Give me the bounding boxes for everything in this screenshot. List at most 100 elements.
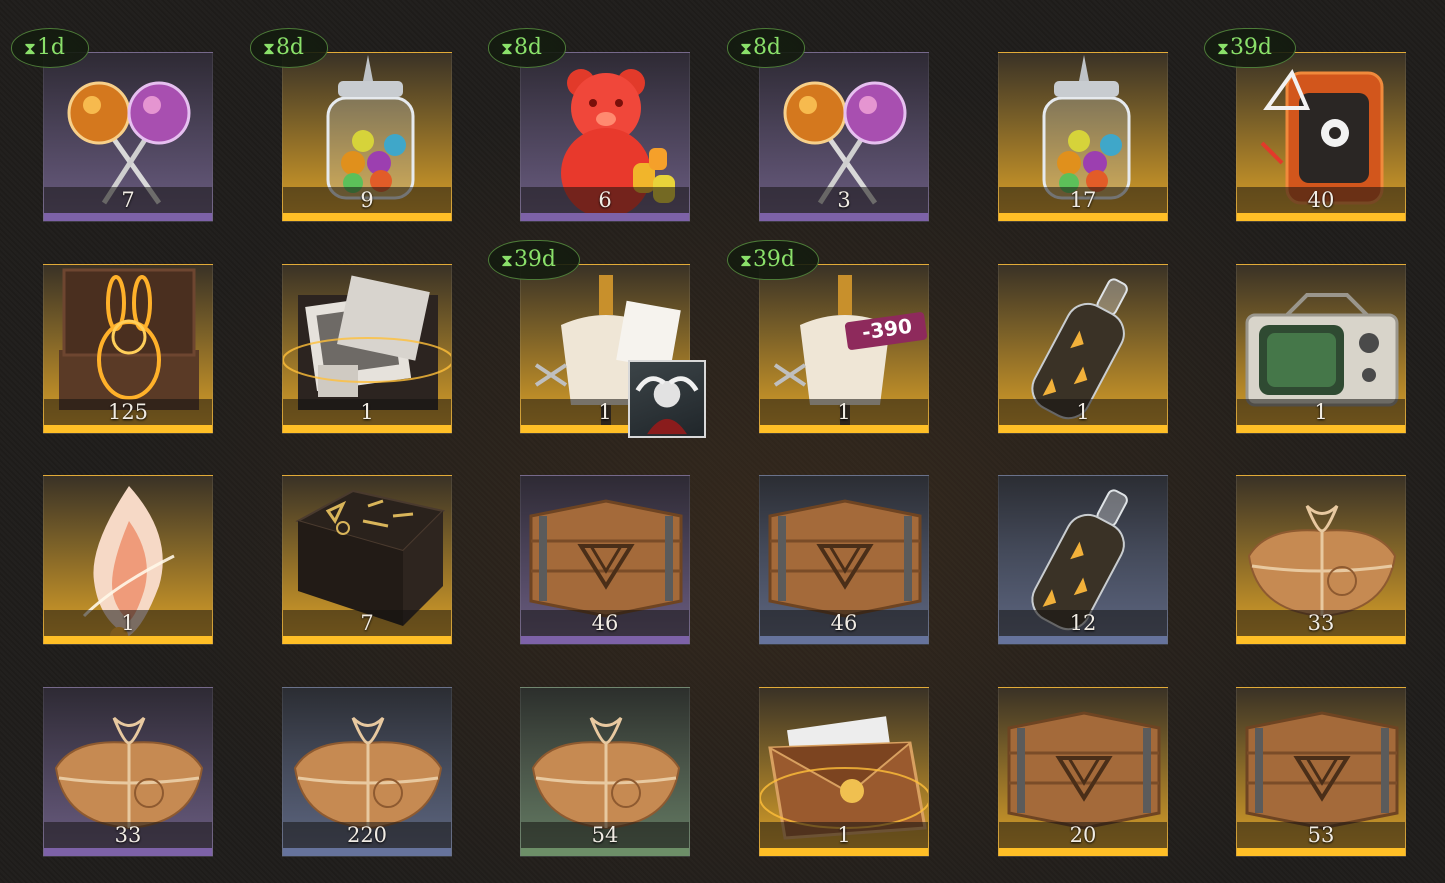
inventory-slot[interactable]: 1 [1236, 264, 1406, 434]
rarity-stripe [283, 636, 451, 644]
item-tile[interactable]: 7 [43, 52, 213, 222]
inventory-slot[interactable]: 20 [998, 687, 1168, 857]
rarity-stripe [44, 213, 212, 221]
inventory-slot[interactable]: 6 ⧗8d [488, 28, 690, 222]
item-tile[interactable]: 33 [1236, 475, 1406, 645]
item-tile[interactable]: 3 [759, 52, 929, 222]
rarity-stripe [283, 425, 451, 433]
inventory-slot[interactable]: 12 [998, 475, 1168, 645]
hourglass-icon: ⧗ [501, 251, 513, 271]
item-count: 1 [121, 611, 135, 635]
rarity-stripe [999, 848, 1167, 856]
inventory-slot[interactable]: 40 ⧗39d [1204, 28, 1406, 222]
inventory-slot[interactable]: 1 [759, 687, 929, 857]
expiry-timer: ⧗39d [1204, 28, 1296, 68]
item-tile[interactable]: 1 [759, 264, 929, 434]
hourglass-icon: ⧗ [740, 39, 752, 59]
item-count: 1 [360, 400, 374, 424]
expiry-timer: ⧗8d [727, 28, 805, 68]
item-tile[interactable]: 40 [1236, 52, 1406, 222]
item-count: 17 [1069, 188, 1097, 212]
outfit-thumbnail [628, 360, 706, 438]
item-count: 46 [830, 611, 858, 635]
inventory-slot[interactable]: 1 [998, 264, 1168, 434]
item-count: 40 [1307, 188, 1335, 212]
expiry-timer: ⧗39d [727, 240, 819, 280]
item-count: 54 [591, 823, 619, 847]
inventory-grid: 7 ⧗1d 9 ⧗8d 6 ⧗8d 3 ⧗8d 17 40 ⧗39d 125 1… [0, 0, 1445, 883]
item-tile[interactable]: 125 [43, 264, 213, 434]
item-tile[interactable]: 46 [520, 475, 690, 645]
rarity-stripe [760, 425, 928, 433]
item-tile[interactable]: 9 [282, 52, 452, 222]
item-tile[interactable]: 54 [520, 687, 690, 857]
item-tile[interactable]: 12 [998, 475, 1168, 645]
item-tile[interactable]: 46 [759, 475, 929, 645]
rarity-stripe [44, 425, 212, 433]
inventory-slot[interactable]: 1 ⧗39d [488, 240, 706, 438]
expiry-timer: ⧗1d [11, 28, 89, 68]
rarity-stripe [760, 848, 928, 856]
item-tile[interactable]: 53 [1236, 687, 1406, 857]
item-tile[interactable]: 1 [282, 264, 452, 434]
inventory-slot[interactable]: 7 [282, 475, 452, 645]
item-count: 220 [346, 823, 388, 847]
item-tile[interactable]: 1 [43, 475, 213, 645]
inventory-slot[interactable]: 33 [43, 687, 213, 857]
hourglass-icon: ⧗ [501, 39, 513, 59]
inventory-slot[interactable]: 33 [1236, 475, 1406, 645]
inventory-slot[interactable]: 125 [43, 264, 213, 434]
timer-label: 8d [513, 35, 543, 60]
item-tile[interactable]: 33 [43, 687, 213, 857]
item-tile[interactable]: 20 [998, 687, 1168, 857]
item-count: 6 [598, 188, 612, 212]
rarity-stripe [1237, 636, 1405, 644]
item-tile[interactable]: 1 [759, 687, 929, 857]
inventory-slot[interactable]: 54 [520, 687, 690, 857]
item-tile[interactable]: 1 [998, 264, 1168, 434]
item-count: 9 [360, 188, 374, 212]
inventory-slot[interactable]: 3 ⧗8d [727, 28, 929, 222]
item-count: 1 [837, 823, 851, 847]
rarity-stripe [999, 425, 1167, 433]
inventory-slot[interactable]: 46 [759, 475, 929, 645]
timer-label: 1d [36, 35, 66, 60]
inventory-slot[interactable]: 53 [1236, 687, 1406, 857]
item-tile[interactable]: 220 [282, 687, 452, 857]
item-tile[interactable]: 17 [998, 52, 1168, 222]
item-count: 12 [1069, 611, 1097, 635]
expiry-timer: ⧗8d [488, 28, 566, 68]
hourglass-icon: ⧗ [24, 39, 36, 59]
inventory-slot[interactable]: 9 ⧗8d [250, 28, 452, 222]
inventory-slot[interactable]: 1 [282, 264, 452, 434]
inventory-slot[interactable]: 1 -390 ⧗39d [727, 240, 929, 434]
inventory-slot[interactable]: 7 ⧗1d [11, 28, 213, 222]
inventory-slot[interactable]: 1 [43, 475, 213, 645]
inventory-slot[interactable]: 17 [998, 52, 1168, 222]
item-count: 1 [837, 400, 851, 424]
rarity-stripe [760, 636, 928, 644]
rarity-stripe [1237, 213, 1405, 221]
item-count: 46 [591, 611, 619, 635]
inventory-slot[interactable]: 46 [520, 475, 690, 645]
item-count: 125 [107, 400, 149, 424]
timer-label: 8d [752, 35, 782, 60]
inventory-slot[interactable]: 220 [282, 687, 452, 857]
hourglass-icon: ⧗ [1217, 39, 1229, 59]
rarity-stripe [760, 213, 928, 221]
timer-label: 8d [275, 35, 305, 60]
item-count: 3 [837, 188, 851, 212]
rarity-stripe [999, 636, 1167, 644]
item-tile[interactable]: 6 [520, 52, 690, 222]
expiry-timer: ⧗8d [250, 28, 328, 68]
item-tile[interactable]: 7 [282, 475, 452, 645]
item-count: 7 [360, 611, 374, 635]
hourglass-icon: ⧗ [740, 251, 752, 271]
rarity-stripe [521, 636, 689, 644]
timer-label: 39d [1229, 35, 1273, 60]
item-tile[interactable]: 1 [1236, 264, 1406, 434]
item-count: 20 [1069, 823, 1097, 847]
rarity-stripe [1237, 848, 1405, 856]
rarity-stripe [521, 213, 689, 221]
rarity-stripe [1237, 425, 1405, 433]
